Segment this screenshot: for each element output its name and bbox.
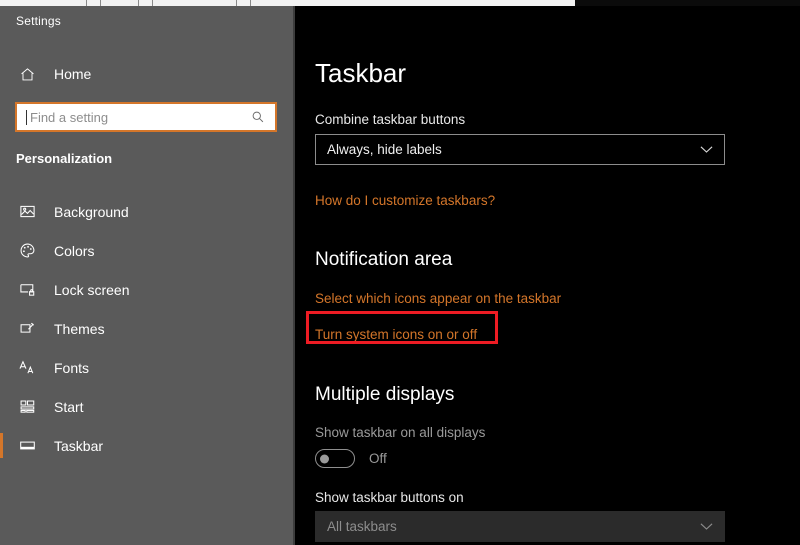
selection-accent	[0, 238, 3, 263]
combine-taskbar-buttons-dropdown[interactable]: Always, hide labels	[315, 134, 725, 165]
show-taskbar-buttons-on-dropdown[interactable]: All taskbars	[315, 511, 725, 542]
sidebar-item-background[interactable]: Background	[0, 192, 293, 231]
sidebar-item-label: Colors	[54, 242, 95, 259]
start-icon	[14, 398, 40, 415]
sidebar-item-lock-screen[interactable]: Lock screen	[0, 270, 293, 309]
page-title: Taskbar	[315, 58, 407, 88]
sidebar-item-label: Background	[54, 203, 129, 220]
show-taskbar-all-displays-toggle-row: Off	[315, 449, 387, 468]
show-taskbar-all-displays-state: Off	[369, 451, 387, 466]
image-icon	[14, 203, 40, 220]
toggle-knob	[320, 454, 329, 463]
search-placeholder: Find a setting	[30, 109, 109, 125]
selection-accent	[0, 199, 3, 224]
sidebar-item-colors[interactable]: Colors	[0, 231, 293, 270]
selection-accent	[0, 316, 3, 341]
combine-taskbar-buttons-value: Always, hide labels	[327, 142, 442, 157]
sidebar-item-themes[interactable]: Themes	[0, 309, 293, 348]
home-icon	[14, 66, 40, 83]
lockscreen-icon	[14, 281, 40, 298]
sidebar-item-label: Fonts	[54, 359, 90, 376]
combine-taskbar-buttons-label: Combine taskbar buttons	[315, 112, 466, 127]
show-taskbar-buttons-on-value: All taskbars	[327, 519, 397, 534]
show-taskbar-all-displays-toggle[interactable]	[315, 449, 355, 468]
search-icon[interactable]	[251, 110, 265, 124]
show-taskbar-buttons-on-label: Show taskbar buttons on	[315, 490, 464, 505]
window-title: Settings	[16, 14, 61, 28]
fonts-icon	[14, 359, 40, 376]
turn-system-icons-link[interactable]: Turn system icons on or off	[315, 327, 477, 342]
chevron-down-icon	[700, 145, 713, 154]
show-taskbar-all-displays-label: Show taskbar on all displays	[315, 425, 486, 440]
settings-window: Settings Home Find a setting Personaliza…	[0, 0, 800, 545]
sidebar-item-label: Lock screen	[54, 281, 130, 298]
sidebar-item-start[interactable]: Start	[0, 387, 293, 426]
chevron-down-icon	[700, 522, 713, 531]
sidebar-item-home-label: Home	[54, 66, 92, 82]
sidebar-item-taskbar[interactable]: Taskbar	[0, 426, 293, 465]
sidebar-item-fonts[interactable]: Fonts	[0, 348, 293, 387]
palette-icon	[14, 242, 40, 259]
search-input[interactable]: Find a setting	[15, 102, 277, 132]
selection-accent	[0, 355, 3, 380]
sidebar-item-home[interactable]: Home	[0, 56, 293, 92]
sidebar: Settings Home Find a setting Personaliza…	[0, 6, 293, 545]
taskbar-icon	[14, 437, 40, 454]
sidebar-category-title: Personalization	[16, 151, 113, 166]
selection-accent	[0, 394, 3, 419]
selection-accent	[0, 433, 3, 458]
sidebar-item-label: Themes	[54, 320, 105, 337]
multiple-displays-heading: Multiple displays	[315, 384, 455, 405]
themes-icon	[14, 320, 40, 337]
text-caret	[26, 109, 27, 125]
notification-area-heading: Notification area	[315, 249, 453, 270]
sidebar-nav-list: Background Colors Lock screen Themes Fon…	[0, 192, 293, 465]
select-icons-link[interactable]: Select which icons appear on the taskbar	[315, 291, 561, 306]
customize-taskbars-link[interactable]: How do I customize taskbars?	[315, 193, 495, 208]
main-content: Taskbar Combine taskbar buttons Always, …	[295, 6, 800, 545]
sidebar-item-label: Taskbar	[54, 437, 104, 454]
sidebar-item-label: Start	[54, 398, 84, 415]
selection-accent	[0, 277, 3, 302]
